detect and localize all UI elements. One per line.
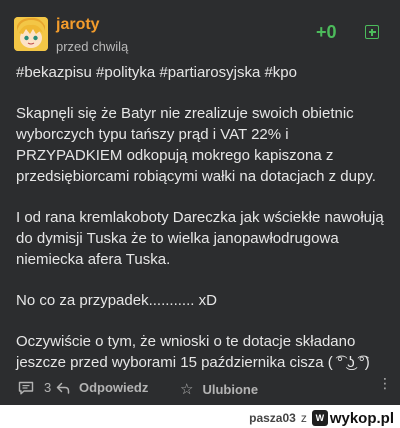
entry-card: jaroty przed chwilą +0 #bekazpisu #polit…: [0, 0, 400, 405]
entry-actions: 3 Odpowiedz ☆ Ulubione ⋮: [0, 376, 400, 402]
upvote-button[interactable]: [365, 25, 379, 39]
reply-label: Odpowiedz: [79, 380, 149, 395]
avatar[interactable]: [14, 17, 48, 51]
body-paragraph: Skapnęli się że Batyr nie zrealizuje swo…: [16, 105, 376, 185]
comment-icon: [18, 381, 34, 394]
body-paragraph: I od rana kremlakoboty Dareczka jak wści…: [16, 209, 384, 268]
entry-header: jaroty przed chwilą +0: [0, 0, 400, 62]
body-paragraph: Oczywiście o tym, że wnioski o te dotacj…: [16, 333, 370, 371]
watermark: pasza03 z W wykop.pl: [249, 409, 394, 427]
wykop-logo-icon: W: [311, 410, 328, 426]
post-time: przed chwilą: [56, 39, 129, 54]
avatar-image: [14, 17, 48, 51]
entry-body: #bekazpisu #polityka #partiarosyjska #kp…: [16, 62, 388, 373]
watermark-connector: z: [300, 411, 307, 425]
vote-score: +0: [316, 22, 337, 42]
favorite-button[interactable]: ☆ Ulubione: [180, 380, 258, 398]
more-options-icon[interactable]: ⋮: [378, 376, 392, 390]
reply-icon: [56, 382, 70, 394]
reply-button[interactable]: Odpowiedz: [56, 380, 148, 395]
comments-count: 3: [44, 380, 52, 395]
tag-list[interactable]: #bekazpisu #polityka #partiarosyjska #kp…: [16, 62, 388, 83]
body-paragraph: No co za przypadek........... xD: [16, 292, 217, 309]
comments-button[interactable]: 3: [18, 380, 51, 395]
star-icon: ☆: [180, 381, 194, 398]
watermark-user: pasza03: [249, 411, 296, 425]
watermark-brand: wykop.pl: [329, 409, 394, 427]
author-name[interactable]: jaroty: [56, 16, 100, 34]
favorite-label: Ulubione: [202, 381, 259, 397]
